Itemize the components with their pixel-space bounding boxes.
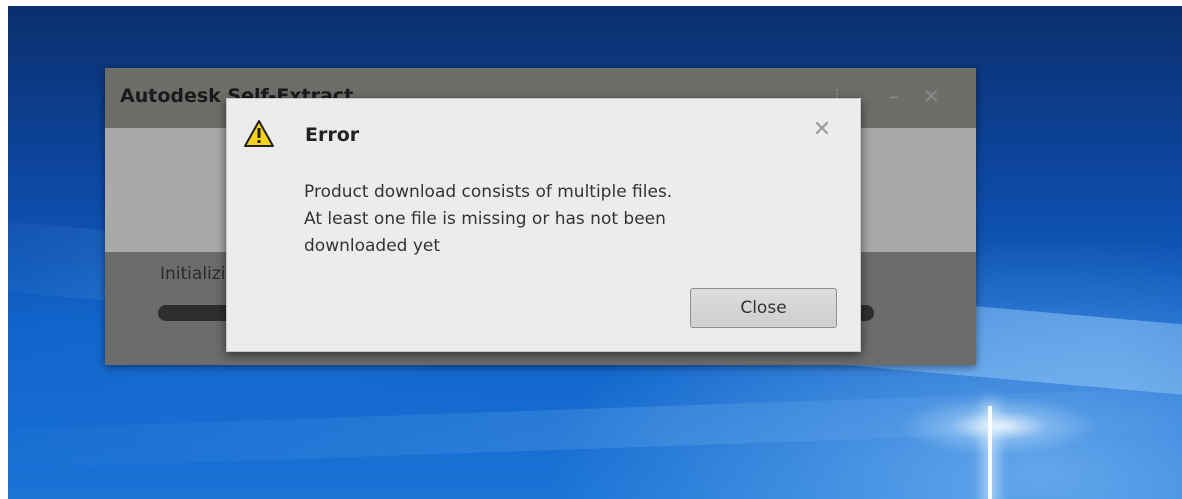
error-dialog: Error ✕ Product download consists of mul… bbox=[226, 98, 861, 352]
close-icon[interactable]: ✕ bbox=[923, 84, 940, 108]
message-line: downloaded yet bbox=[304, 236, 441, 256]
warning-icon bbox=[244, 120, 274, 147]
minimize-icon[interactable]: – bbox=[889, 84, 899, 108]
wallpaper-logo-pane bbox=[988, 406, 992, 499]
dialog-close-icon[interactable]: ✕ bbox=[811, 119, 833, 141]
message-line: At least one file is missing or has not … bbox=[304, 209, 666, 229]
dialog-title: Error bbox=[305, 124, 360, 146]
close-button[interactable]: Close bbox=[690, 288, 837, 328]
wallpaper-logo-glow bbox=[898, 396, 1098, 456]
dialog-message: Product download consists of multiple fi… bbox=[304, 179, 824, 260]
message-line: Product download consists of multiple fi… bbox=[304, 182, 673, 202]
